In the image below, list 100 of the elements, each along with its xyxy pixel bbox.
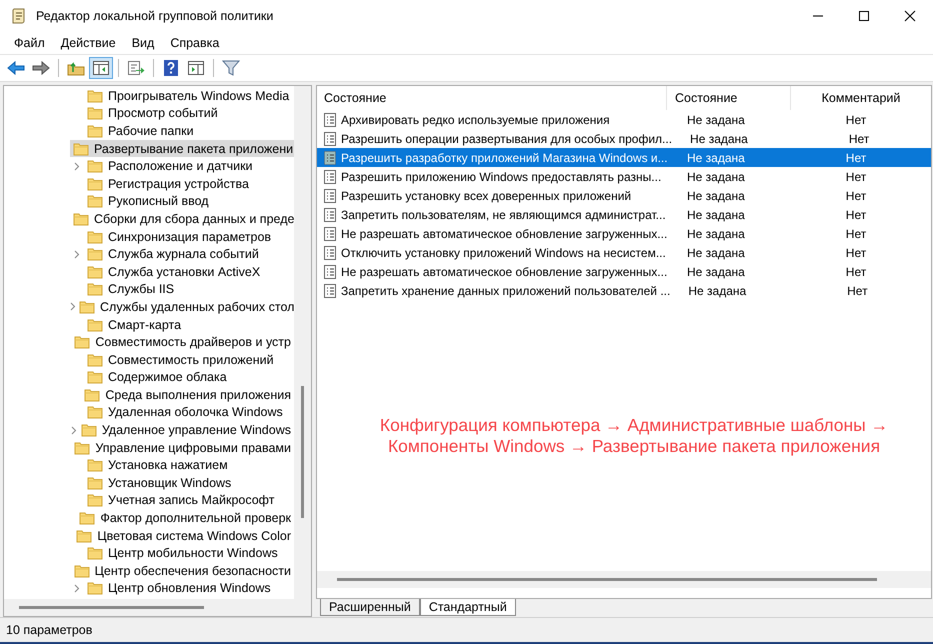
policy-icon [324,246,336,260]
policy-name: Архивировать редко используемые приложения [341,112,611,126]
policy-row[interactable]: Разрешить установку всех доверенных приложений Не задана Нет [317,186,931,205]
tree-item[interactable]: Смарт-карта [84,316,294,334]
folder-icon [87,476,103,490]
policy-name: Отключить установку приложений Windows на несистем... [341,246,667,260]
scrollbar-thumb[interactable] [19,606,204,609]
tree-item[interactable]: Рабочие папки [84,122,294,140]
tree-item[interactable]: Фактор дополнительной проверк [76,509,294,527]
tree-item[interactable]: Центр мобильности Windows [84,544,294,562]
scrollbar-thumb[interactable] [301,386,304,518]
tree-item[interactable]: Совместимость приложений [84,350,294,368]
expand-chevron-icon[interactable] [74,584,80,593]
expand-chevron-icon[interactable] [74,162,80,171]
policy-row[interactable]: Разрешить приложению Windows предоставлять разны... Не задана Нет [317,167,931,186]
policy-row[interactable]: Запретить пользователям, не являющимся администрат... Не задана Нет [317,205,931,224]
folder-icon [87,194,103,208]
tree-item[interactable]: Центр обновления Windows [84,580,294,598]
policy-row[interactable]: Разрешить разработку приложений Магазина Windows и... Не задана Нет [317,148,931,167]
folder-icon [87,581,103,596]
tree-item[interactable]: Удаленная оболочка Windows [84,404,294,422]
policy-icon [324,132,336,146]
policy-icon [324,284,336,298]
tree-item[interactable]: Расположение и датчики [84,157,294,175]
tree-item[interactable]: Цветовая система Windows Color [73,526,294,544]
view-tab[interactable]: Стандартный [420,599,516,616]
folder-icon [79,300,95,314]
panel-icon [92,60,110,76]
tree-item[interactable]: Просмотр событий [84,104,294,122]
comment-cell-text: Нет [846,284,869,298]
tree-button[interactable] [89,57,113,79]
policy-icon [324,112,336,126]
state-cell-text: Не задана [686,112,746,126]
column-header[interactable]: Состояние [324,86,666,110]
expand-chevron-icon[interactable] [74,250,80,259]
folder-icon [87,370,103,384]
tree-item[interactable]: Служба установки ActiveX [84,262,294,281]
policy-icon [324,150,336,164]
tree-item[interactable]: Синхронизация параметров [84,228,294,246]
tree-item[interactable]: Совместимость драйверов и устр [71,333,294,351]
view-tab[interactable]: Расширенный [320,599,420,616]
column-header[interactable]: Комментарий [790,86,931,110]
state-cell-text: Не задана [686,188,746,202]
tree-item[interactable]: Установка нажатием [84,456,294,474]
policy-name: Не разрешать автоматическое обновление загруженных... [341,226,668,240]
policy-row[interactable]: Разрешить операции развертывания для особых профил... Не задана Нет [317,129,931,148]
folder-icon [74,564,90,578]
list-arrow-icon [127,60,145,76]
state-cell-text: Не задана [686,246,746,260]
folder-icon [87,546,103,560]
menu-item[interactable]: Справка [162,36,228,50]
state-cell-text: Не задана [686,226,746,240]
menu-item[interactable]: Файл [6,36,53,50]
policy-row[interactable]: Архивировать редко используемые приложения Не задана Нет [317,110,931,129]
comment-cell-text: Нет [844,246,868,260]
tree-item[interactable]: Службы IIS [84,280,294,298]
expand-chevron-icon[interactable] [70,426,77,435]
help-icon [163,59,179,77]
scrollbar-thumb[interactable] [337,578,877,581]
comment-cell-text: Нет [844,170,868,184]
folder-icon [87,88,103,103]
comment-cell-text: Нет [844,208,868,222]
tree-item[interactable]: Среда выполнения приложения [81,386,294,404]
tree-item[interactable]: Развертывание пакета приложени [70,140,294,158]
tree-item[interactable]: Проигрыватель Windows Media [84,87,294,105]
policy-name: Разрешить разработку приложений Магазина Windows и... [341,150,669,164]
tree-item[interactable]: Учетная запись Майкрософт [84,492,294,510]
policy-row[interactable]: Отключить установку приложений Windows на несистем... Не задана Нет [317,243,931,262]
folder-icon [79,511,96,526]
state-cell-text: Не задана [686,208,746,222]
menu-item[interactable]: Действие [52,36,124,50]
right-arrow-icon [32,61,50,75]
tree-item[interactable]: Регистрация устройства [84,174,294,193]
menu-item[interactable]: Вид [124,36,162,50]
policy-row[interactable]: Не разрешать автоматическое обновление загруженных... Не задана Нет [317,262,931,281]
policy-name: Не разрешать автоматическое обновление загруженных... [341,264,668,278]
folder-icon [87,230,103,244]
tree-item[interactable]: Центр обеспечения безопасности [70,562,294,580]
tree-item[interactable]: Рукописный ввод [84,192,294,210]
tree-item[interactable]: Служба журнала событий [84,245,294,263]
policy-name: Запретить хранение данных приложений пользователей ... [341,284,670,298]
folder-icon [87,458,103,472]
annotation-text: Конфигурация компьютера → Административные шаблоны → Компоненты Windows → Развертывание пакета приложения [378,414,890,456]
state-cell-text: Не задана [686,170,746,184]
tree-item[interactable]: Удаленное управление Windows [78,421,294,439]
policy-row[interactable]: Не разрешать автоматическое обновление загруженных... Не задана Нет [317,224,931,243]
tree-item[interactable]: Сборки для сбора данных и преде [70,210,294,228]
tree-item[interactable]: Службы удаленных рабочих стол [76,298,294,316]
folder-icon [74,335,90,350]
tree-item[interactable]: Установщик Windows [84,474,294,492]
policy-row[interactable]: Запретить хранение данных приложений пользователей ... Не задана Нет [317,281,931,300]
folder-icon [87,124,103,138]
policy-name: Разрешить приложению Windows предоставлять разны... [341,170,662,184]
expand-chevron-icon[interactable] [70,302,76,312]
column-header[interactable]: Состояние [666,86,790,110]
tree-item[interactable]: Содержимое облака [84,368,294,386]
folder-up-icon [67,60,85,76]
folder-icon [87,352,103,367]
folder-icon [73,142,89,156]
tree-item[interactable]: Управление цифровыми правами [71,438,294,456]
